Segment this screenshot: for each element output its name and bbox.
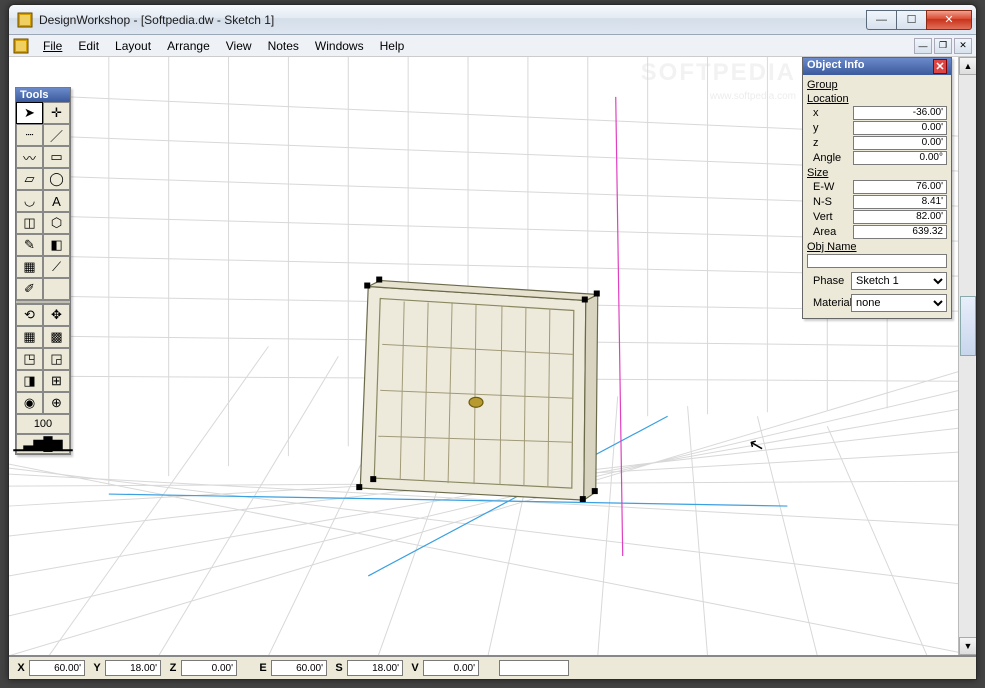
mdi-controls: — ❐ ✕	[914, 38, 972, 54]
status-v-field[interactable]	[423, 660, 479, 676]
tool-circle[interactable]: ◯	[43, 168, 70, 190]
area-field[interactable]: 639.32	[853, 225, 947, 239]
mdi-restore-button[interactable]: ❐	[934, 38, 952, 54]
object-info-panel[interactable]: Object Info ✕ Group Location x-36.00' y0…	[802, 57, 952, 319]
tool-box-a[interactable]: ◳	[16, 348, 43, 370]
tool-polygon[interactable]: ▱	[16, 168, 43, 190]
tool-rectangle[interactable]: ▭	[43, 146, 70, 168]
tool-eyedropper[interactable]: ✐	[16, 278, 43, 300]
tool-blank1[interactable]	[43, 278, 70, 300]
menu-help[interactable]: Help	[372, 37, 413, 55]
status-s-field[interactable]	[347, 660, 403, 676]
tool-orbit[interactable]: ⟲	[16, 304, 43, 326]
status-x-field[interactable]	[29, 660, 85, 676]
tool-pan[interactable]: ✥	[43, 304, 70, 326]
maximize-button[interactable]: ☐	[896, 10, 926, 30]
size-header: Size	[807, 167, 947, 179]
menu-arrange[interactable]: Arrange	[159, 37, 218, 55]
tool-eye[interactable]: ◉	[16, 392, 43, 414]
tools-title[interactable]: Tools	[16, 88, 70, 102]
menu-view[interactable]: View	[218, 37, 260, 55]
menu-layout[interactable]: Layout	[107, 37, 159, 55]
window-title: DesignWorkshop - [Softpedia.dw - Sketch …	[39, 13, 866, 27]
document-icon	[13, 38, 29, 54]
tool-select[interactable]: ➤	[16, 102, 43, 124]
tool-histogram[interactable]: ▁▃▆█▆▁	[16, 434, 70, 454]
window-controls: — ☐ ✕	[866, 10, 972, 30]
tool-paint[interactable]: ▦	[16, 256, 43, 278]
menu-edit[interactable]: Edit	[70, 37, 107, 55]
tool-grid-b[interactable]: ▩	[43, 326, 70, 348]
status-extra-field[interactable]	[499, 660, 569, 676]
tool-target[interactable]: ⊕	[43, 392, 70, 414]
tool-cylinder[interactable]: ⬡	[43, 212, 70, 234]
scroll-up-button[interactable]: ▲	[959, 57, 976, 75]
loc-y-field[interactable]: 0.00'	[853, 121, 947, 135]
mdi-minimize-button[interactable]: —	[914, 38, 932, 54]
tool-eraser[interactable]: ◧	[43, 234, 70, 256]
scroll-thumb[interactable]	[960, 296, 976, 356]
titlebar[interactable]: DesignWorkshop - [Softpedia.dw - Sketch …	[9, 5, 976, 35]
status-e-field[interactable]	[271, 660, 327, 676]
phase-select[interactable]: Sketch 1	[851, 272, 947, 290]
mdi-close-button[interactable]: ✕	[954, 38, 972, 54]
tool-grid-a[interactable]: ▦	[16, 326, 43, 348]
tool-line[interactable]: ／	[43, 124, 70, 146]
size-ew-field[interactable]: 76.00'	[853, 180, 947, 194]
tool-line-dashed[interactable]: ┈	[16, 124, 43, 146]
workspace: SOFTPEDIA www.softpedia.com	[9, 57, 976, 655]
object-info-close-button[interactable]: ✕	[933, 59, 947, 74]
statusbar: X Y Z E S V	[9, 655, 976, 679]
menu-windows[interactable]: Windows	[307, 37, 372, 55]
tool-arc[interactable]: ◡	[16, 190, 43, 212]
tools-panel[interactable]: Tools ➤ ✛ ┈ ／ 〰 ▭ ▱ ◯ ◡ A ◫ ⬡ ✎ ◧ ▦ ⟋ ✐	[15, 87, 71, 455]
menu-file[interactable]: File	[35, 37, 70, 55]
tool-pencil[interactable]: ✎	[16, 234, 43, 256]
status-y-field[interactable]	[105, 660, 161, 676]
tool-text[interactable]: A	[43, 190, 70, 212]
material-select[interactable]: none	[851, 294, 947, 312]
close-button[interactable]: ✕	[926, 10, 972, 30]
tool-cube-iso[interactable]: ◨	[16, 370, 43, 392]
scroll-down-button[interactable]: ▼	[959, 637, 976, 655]
tool-crosshair[interactable]: ✛	[43, 102, 70, 124]
location-header: Location	[807, 93, 947, 105]
loc-x-field[interactable]: -36.00'	[853, 106, 947, 120]
size-vert-field[interactable]: 82.00'	[853, 210, 947, 224]
tool-polyline[interactable]: 〰	[16, 146, 43, 168]
vertical-scrollbar[interactable]: ▲ ▼	[958, 57, 976, 655]
minimize-button[interactable]: —	[866, 10, 896, 30]
size-ns-field[interactable]: 8.41'	[853, 195, 947, 209]
group-header: Group	[807, 79, 947, 91]
objname-header: Obj Name	[807, 241, 947, 253]
tool-cube[interactable]: ◫	[16, 212, 43, 234]
obj-name-field[interactable]	[807, 254, 947, 268]
menu-notes[interactable]: Notes	[260, 37, 307, 55]
model-object	[360, 281, 598, 501]
tool-grid-c[interactable]: ⊞	[43, 370, 70, 392]
status-z-field[interactable]	[181, 660, 237, 676]
angle-field[interactable]: 0.00°	[853, 151, 947, 165]
object-info-title[interactable]: Object Info ✕	[803, 58, 951, 75]
tool-zoom-value[interactable]: 100	[16, 414, 70, 434]
menubar: File Edit Layout Arrange View Notes Wind…	[9, 35, 976, 57]
app-window: DesignWorkshop - [Softpedia.dw - Sketch …	[8, 4, 977, 680]
tool-box-b[interactable]: ◲	[43, 348, 70, 370]
app-icon	[17, 12, 33, 28]
tool-knife[interactable]: ⟋	[43, 256, 70, 278]
loc-z-field[interactable]: 0.00'	[853, 136, 947, 150]
